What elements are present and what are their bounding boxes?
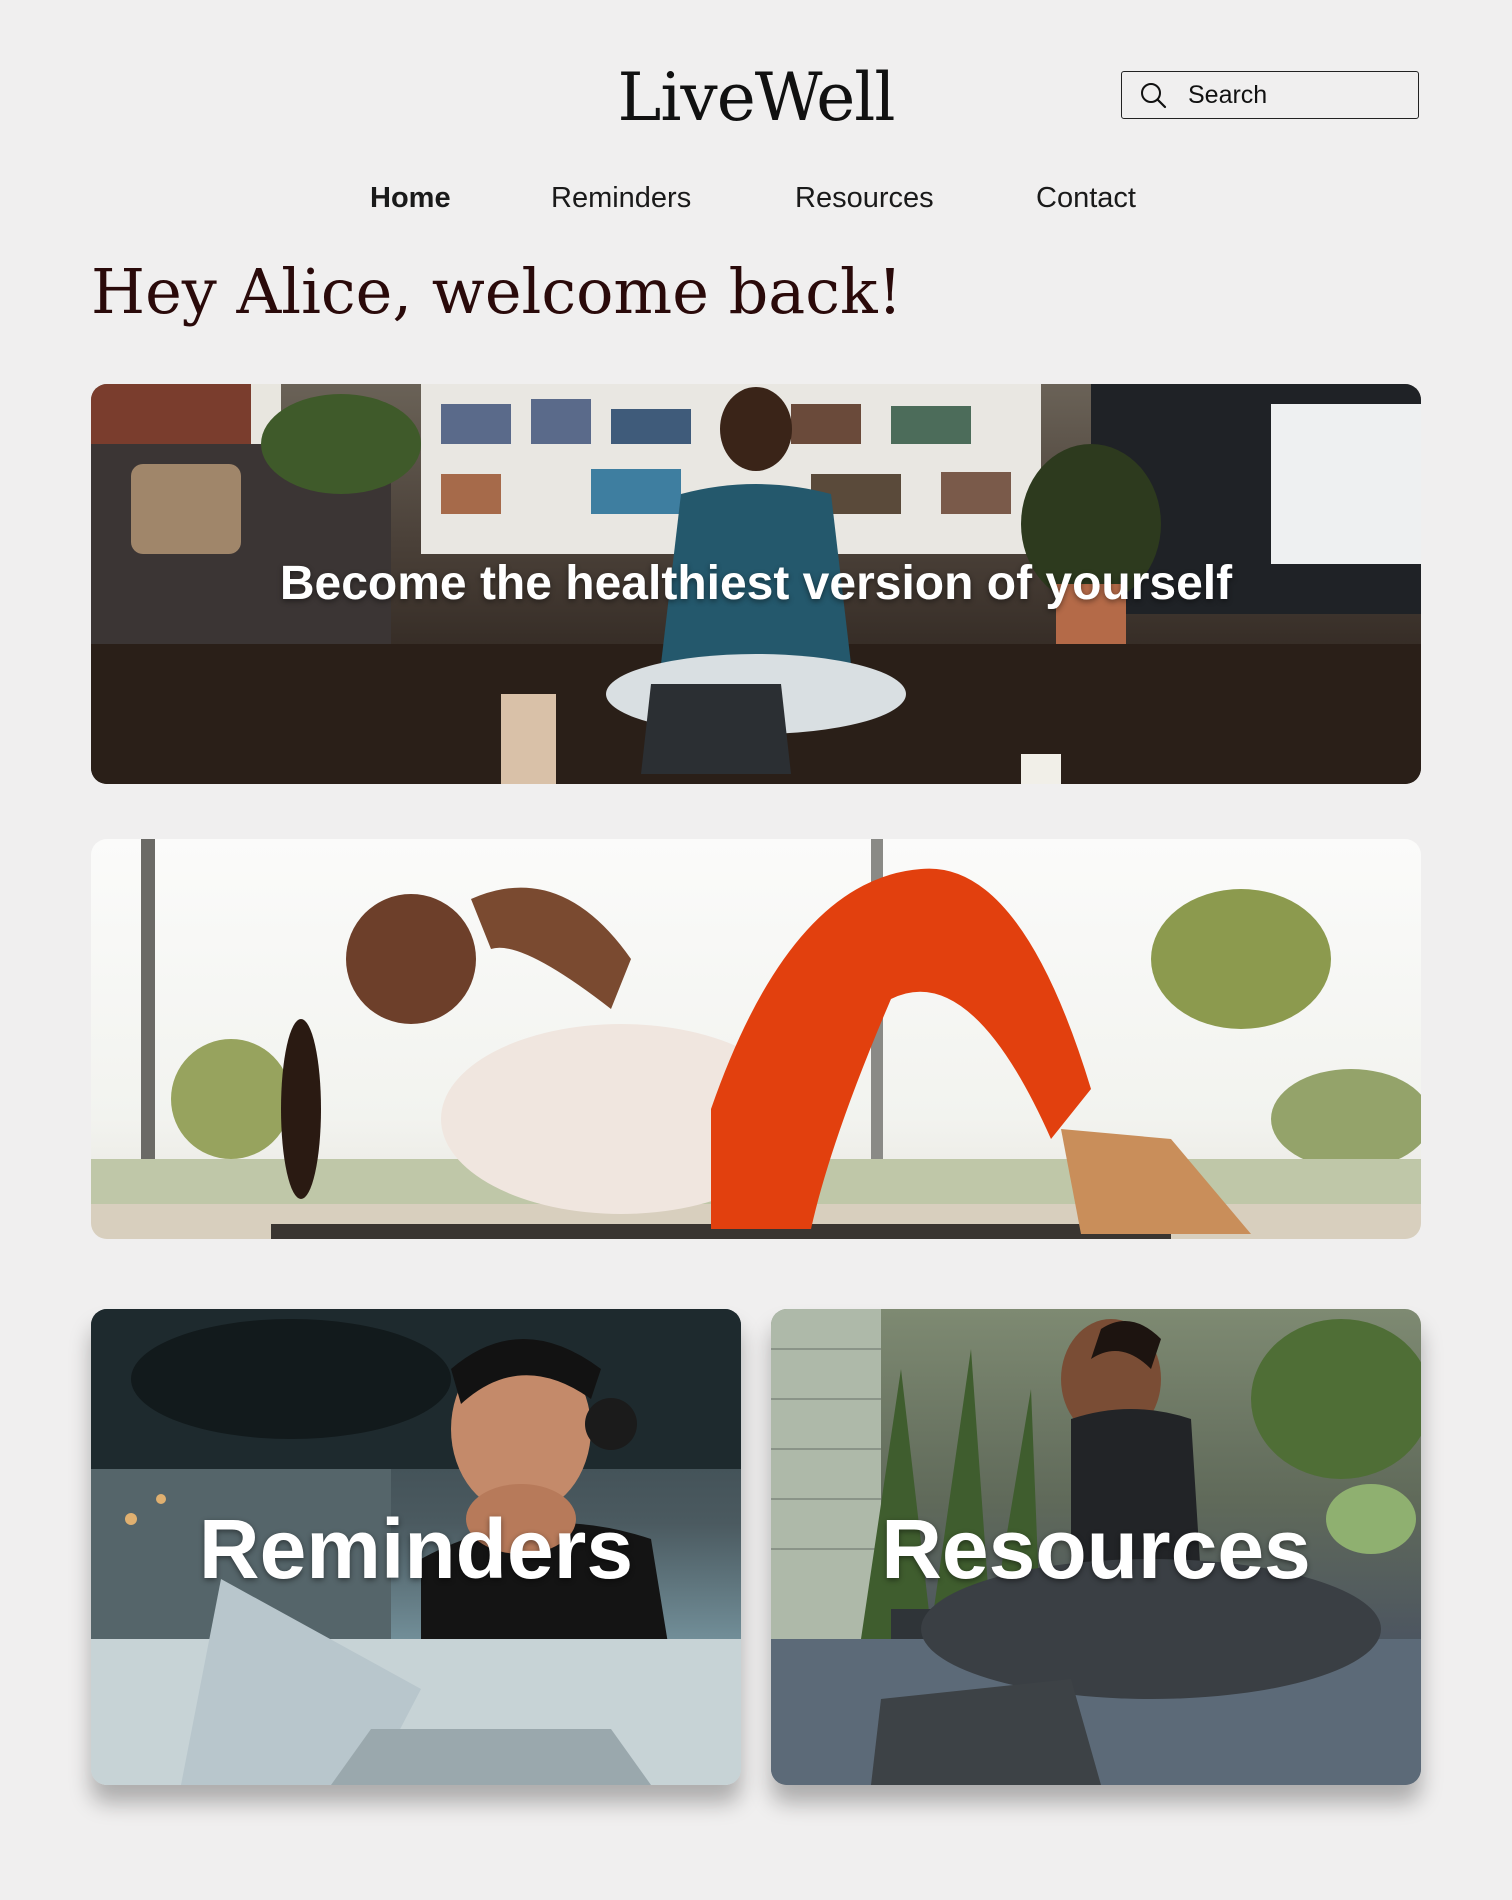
resources-tile[interactable]: Resources: [771, 1309, 1421, 1785]
search-box[interactable]: [1121, 71, 1419, 119]
nav-item-contact[interactable]: Contact: [1036, 178, 1136, 218]
hero-caption: Become the healthiest version of yoursel…: [279, 557, 1233, 610]
search-input[interactable]: [1186, 79, 1410, 111]
search-icon[interactable]: [1138, 80, 1168, 110]
workout-banner[interactable]: [91, 839, 1421, 1239]
reminders-tile[interactable]: Reminders: [91, 1309, 741, 1785]
workout-photo: [91, 839, 1421, 1239]
hero-banner[interactable]: Become the healthiest version of yoursel…: [91, 384, 1421, 784]
main-nav: Home Reminders Resources Contact: [0, 178, 1512, 218]
reminders-tile-label: Reminders: [198, 1502, 634, 1596]
resources-tile-label: Resources: [881, 1502, 1311, 1596]
nav-item-reminders[interactable]: Reminders: [551, 178, 691, 218]
nav-item-resources[interactable]: Resources: [795, 178, 934, 218]
nav-item-home[interactable]: Home: [370, 178, 451, 218]
welcome-heading: Hey Alice, welcome back!: [91, 255, 903, 328]
